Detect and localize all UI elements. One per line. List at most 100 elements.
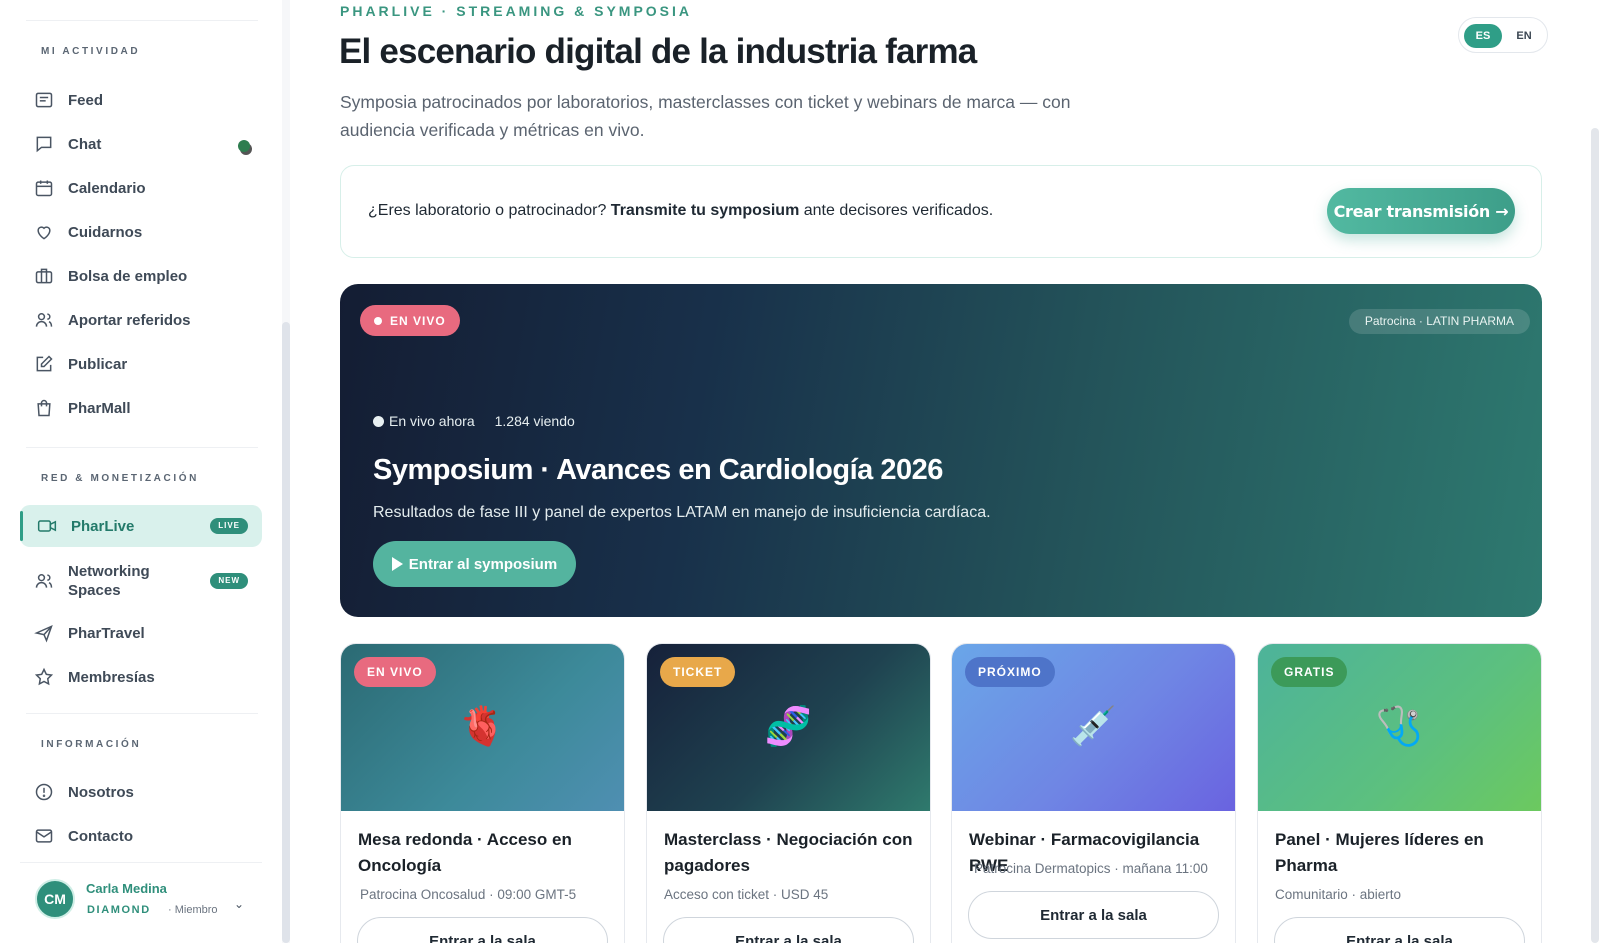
heart-icon	[34, 222, 54, 242]
cta-text-end: ante decisores verificados.	[799, 202, 994, 219]
sidebar-item-label: Feed	[68, 91, 104, 109]
language-es-button[interactable]: ES	[1464, 24, 1502, 48]
sidebar-item-label: Chat	[68, 135, 102, 153]
card-meta: Patrocina Oncosalud · 09:00 GMT-5	[360, 887, 577, 902]
sidebar-item-label: PharLive	[71, 517, 135, 535]
sidebar: MI ACTIVIDAD Feed Chat Calendario Cuidar…	[0, 0, 290, 943]
online-status-dot	[238, 140, 250, 152]
sidebar-item-calendario[interactable]: Calendario	[20, 167, 262, 209]
event-card[interactable]: TICKET 🧬 Masterclass · Negociación con p…	[646, 643, 931, 943]
sidebar-item-chat[interactable]: Chat	[20, 123, 262, 165]
event-card[interactable]: PRÓXIMO 💉 Webinar · Farmacovigilancia RW…	[951, 643, 1236, 943]
card-media: TICKET 🧬	[647, 644, 930, 811]
sidebar-item-label: Aportar referidos	[68, 311, 191, 329]
live-badge: EN VIVO	[360, 305, 460, 336]
sidebar-scrollbar-thumb[interactable]	[282, 322, 290, 943]
divider	[26, 713, 258, 714]
users-icon	[34, 310, 54, 330]
user-name: Carla Medina	[86, 881, 167, 896]
hero-description: Resultados de fase III y panel de expert…	[373, 504, 991, 521]
page-eyebrow: PHARLIVE · STREAMING & SYMPOSIA	[340, 3, 693, 19]
plane-icon	[34, 623, 54, 643]
viewer-count: 1.284 viendo	[494, 413, 575, 429]
event-card[interactable]: GRATIS 🩺 Panel · Mujeres líderes en Phar…	[1257, 643, 1542, 943]
language-en-button[interactable]: EN	[1505, 24, 1543, 48]
live-dot-icon	[374, 316, 382, 325]
mail-icon	[34, 826, 54, 846]
user-role: · Miembro	[168, 904, 218, 916]
card-title: Panel · Mujeres líderes en Pharma	[1275, 830, 1484, 875]
sponsor-chip: Patrocina · LATIN PHARMA	[1348, 309, 1530, 334]
edit-icon	[34, 354, 54, 374]
sidebar-item-label: Cuidarnos	[68, 223, 143, 241]
join-symposium-button[interactable]: Entrar al symposium	[373, 541, 576, 587]
sponsor-cta-text: ¿Eres laboratorio o patrocinador? Transm…	[368, 202, 993, 220]
sidebar-item-nosotros[interactable]: Nosotros	[20, 771, 262, 813]
card-meta: Patrocina Dermatopics · mañana 11:00	[974, 861, 1208, 876]
card-media: EN VIVO 🫀	[341, 644, 624, 811]
users-icon	[34, 571, 54, 591]
sidebar-item-label: Bolsa de empleo	[68, 267, 188, 285]
enter-room-button[interactable]: Entrar a la sala	[1274, 917, 1525, 943]
card-title: Mesa redonda · Acceso en Oncología	[358, 830, 572, 875]
live-status-text: En vivo ahora	[389, 413, 475, 429]
featured-symposium-hero: EN VIVO Patrocina · LATIN PHARMA En vivo…	[340, 284, 1542, 617]
page-title: El escenario digital de la industria far…	[339, 32, 977, 71]
sidebar-item-label: PharTravel	[68, 624, 145, 642]
star-icon	[34, 667, 54, 687]
heart-organ-icon: 🫀	[458, 706, 507, 748]
sidebar-item-phartravel[interactable]: PharTravel	[20, 612, 262, 654]
sidebar-item-cuidarnos[interactable]: Cuidarnos	[20, 211, 262, 253]
dna-icon: 🧬	[764, 706, 813, 748]
video-icon	[37, 516, 57, 536]
sidebar-item-label: Networking Spaces	[68, 563, 150, 599]
app: MI ACTIVIDAD Feed Chat Calendario Cuidar…	[0, 0, 1600, 943]
chevron-down-icon[interactable]: ⌄	[234, 897, 244, 911]
sidebar-item-aportar-referidos[interactable]: Aportar referidos	[20, 299, 262, 341]
card-meta: Acceso con ticket · USD 45	[664, 887, 829, 902]
page-subtitle: Symposia patrocinados por laboratorios, …	[340, 92, 1071, 140]
sidebar-item-membresias[interactable]: Membresías	[20, 656, 262, 698]
sidebar-item-label: Publicar	[68, 355, 128, 373]
avatar: CM	[35, 879, 75, 919]
cta-text-bold: Transmite tu symposium	[610, 202, 800, 219]
enter-room-button[interactable]: Entrar a la sala	[663, 917, 914, 943]
live-badge: LIVE	[210, 518, 248, 534]
card-badge: PRÓXIMO	[965, 657, 1055, 687]
new-badge: NEW	[210, 573, 248, 589]
user-menu[interactable]: CM Carla Medina DIAMOND · Miembro ⌄	[20, 862, 262, 943]
calendar-icon	[34, 178, 54, 198]
section-title-network: RED & MONETIZACIÓN	[41, 473, 199, 484]
card-badge: GRATIS	[1271, 657, 1348, 687]
enter-room-button[interactable]: Entrar a la sala	[968, 891, 1219, 939]
cta-text-start: ¿Eres laboratorio o patrocinador?	[368, 202, 611, 219]
sidebar-item-feed[interactable]: Feed	[20, 79, 262, 121]
enter-room-button[interactable]: Entrar a la sala	[357, 917, 608, 943]
event-card[interactable]: EN VIVO 🫀 Mesa redonda · Acceso en Oncol…	[340, 643, 625, 943]
membership-tier: DIAMOND	[87, 904, 151, 916]
sidebar-item-pharmall[interactable]: PharMall	[20, 387, 262, 429]
play-icon	[391, 557, 403, 571]
sidebar-item-label: Contacto	[68, 827, 133, 845]
sidebar-item-networking-spaces[interactable]: Networking Spaces NEW	[20, 559, 262, 603]
sponsor-cta-bar: ¿Eres laboratorio o patrocinador? Transm…	[340, 165, 1542, 258]
card-meta: Comunitario · abierto	[1275, 887, 1402, 902]
shopping-bag-icon	[34, 398, 54, 418]
sidebar-item-pharlive[interactable]: PharLive LIVE	[20, 505, 262, 547]
language-toggle: ES EN	[1458, 17, 1548, 53]
chat-icon	[34, 134, 54, 154]
sidebar-item-bolsa-de-empleo[interactable]: Bolsa de empleo	[20, 255, 262, 297]
live-badge-label: EN VIVO	[390, 313, 446, 328]
divider	[26, 447, 258, 448]
card-media: PRÓXIMO 💉	[952, 644, 1235, 811]
create-stream-button[interactable]: Crear transmisión →	[1327, 188, 1515, 234]
sidebar-item-publicar[interactable]: Publicar	[20, 343, 262, 385]
card-title: Masterclass · Negociación con pagadores	[664, 830, 913, 875]
main-scrollbar-thumb[interactable]	[1591, 128, 1599, 943]
stethoscope-icon: 🩺	[1375, 706, 1424, 748]
live-meta: En vivo ahora 1.284 viendo	[373, 413, 575, 429]
divider	[26, 20, 258, 21]
sidebar-item-label: Nosotros	[68, 783, 134, 801]
sidebar-item-contacto[interactable]: Contacto	[20, 815, 262, 857]
card-badge: EN VIVO	[354, 657, 436, 687]
